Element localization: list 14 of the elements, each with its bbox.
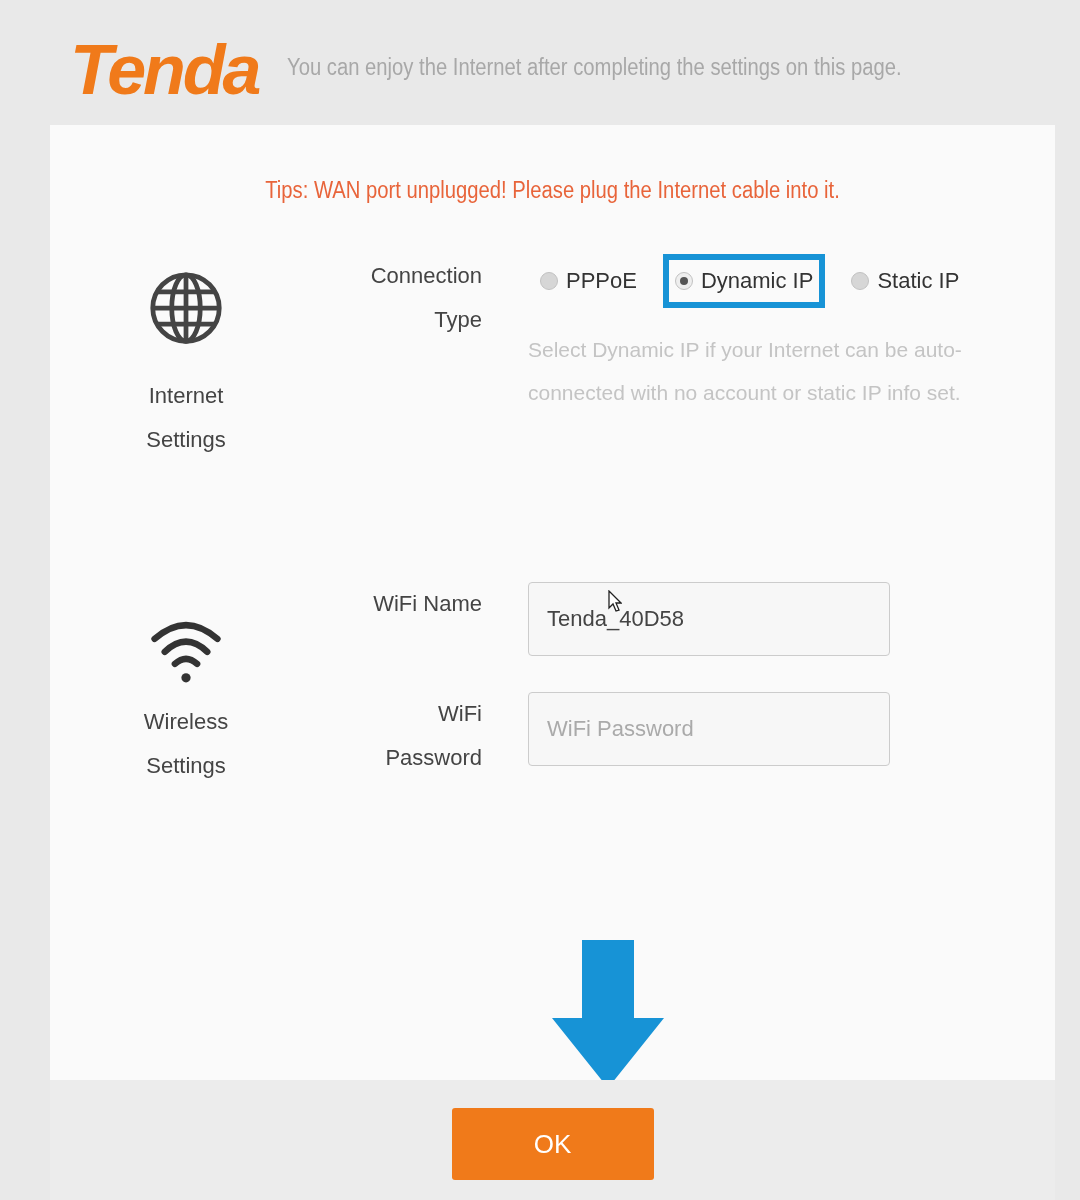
radio-option[interactable]: Dynamic IP <box>662 254 826 308</box>
section-title: Internet Settings <box>145 382 227 454</box>
radio-option[interactable]: PPPoE <box>528 254 649 308</box>
field-label: WiFi Name <box>372 590 482 618</box>
warning-tip: Tips: WAN port unplugged! Please plug the Internet cable into it. <box>264 176 841 204</box>
field-label: Connection Type <box>369 262 482 334</box>
logo: Tenda <box>70 30 259 111</box>
tagline: You can enjoy the Internet after completing the settings on this page. <box>286 54 902 82</box>
input-field[interactable]: Tenda_40D58 <box>528 582 890 656</box>
radio-option[interactable]: Static IP <box>839 254 972 308</box>
field-label: WiFi Password <box>384 700 482 772</box>
section-title: Wireless Settings <box>142 708 230 780</box>
input-field[interactable]: WiFi Password <box>528 692 890 766</box>
mouse-pointer-icon <box>608 590 622 612</box>
